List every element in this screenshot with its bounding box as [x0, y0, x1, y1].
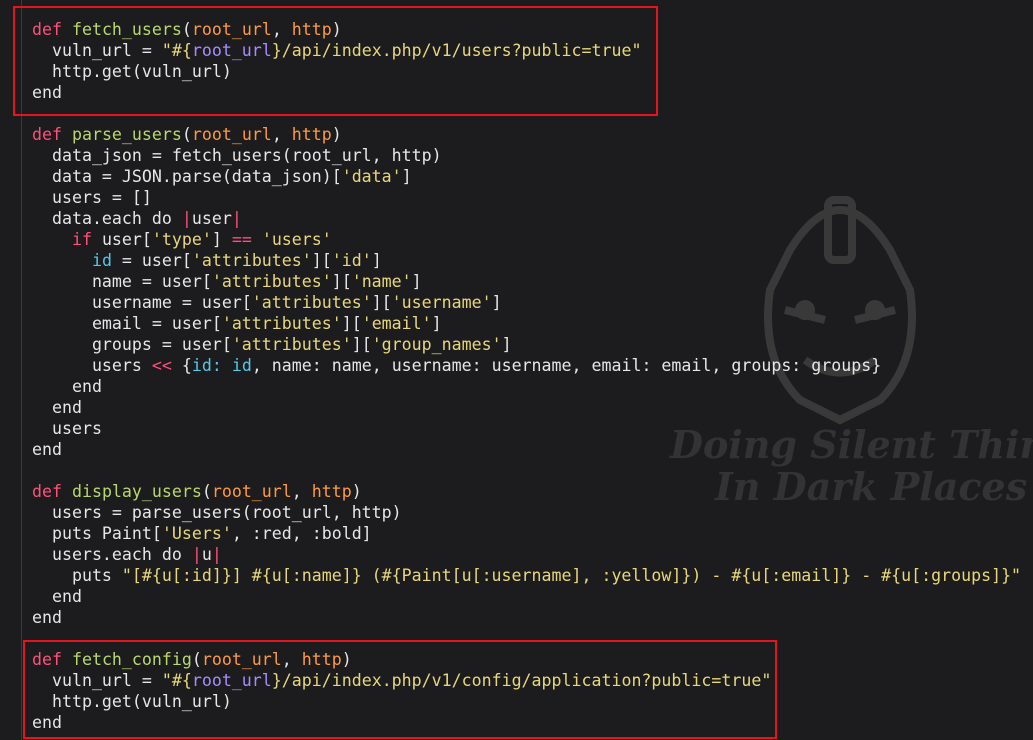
code-line: id = user['attributes']['id']: [91, 251, 382, 270]
code-line: users = []: [32, 188, 152, 207]
mask-logo-icon: [764, 196, 916, 425]
code-line: name = user['attributes']['name']: [32, 272, 422, 291]
code-line: puts Paint['Users', :red, :bold]: [32, 524, 372, 543]
code-line: data.each do |user|: [32, 209, 242, 228]
highlight-box-fetch-users: [13, 6, 658, 116]
code-line: data_json = fetch_users(root_url, http): [32, 146, 442, 165]
code-line: email = user['attributes']['email']: [32, 314, 442, 333]
code-line: if user['type'] == 'users': [71, 230, 332, 249]
code-line: end: [32, 377, 102, 396]
code-line: puts "[#{u[:id]}] #{u[:name]} (#{Paint[u…: [32, 566, 1022, 585]
code-line: def parse_users(root_url, http): [32, 125, 342, 144]
code-line: username = user['attributes']['username'…: [32, 293, 502, 312]
code-line: users.each do |u|: [32, 545, 222, 564]
watermark-logo: Doing Silent Thing In Dark Places: [640, 160, 1033, 520]
code-line: groups = user['attributes']['group_names…: [32, 335, 512, 354]
code-line: users = parse_users(root_url, http): [32, 503, 402, 522]
code-line: end: [32, 608, 62, 627]
code-line: users << {id: id, name: name, username: …: [32, 356, 882, 375]
code-line: users: [32, 419, 102, 438]
watermark-line1: Doing Silent Thing: [670, 422, 1033, 467]
highlight-box-fetch-config: [23, 640, 777, 739]
code-line: data = JSON.parse(data_json)['data']: [32, 167, 412, 186]
code-line: end: [32, 440, 62, 459]
watermark-line2: In Dark Places: [715, 464, 1028, 509]
code-line: def display_users(root_url, http): [32, 482, 362, 501]
code-line: end: [32, 587, 82, 606]
code-line: end: [32, 398, 82, 417]
